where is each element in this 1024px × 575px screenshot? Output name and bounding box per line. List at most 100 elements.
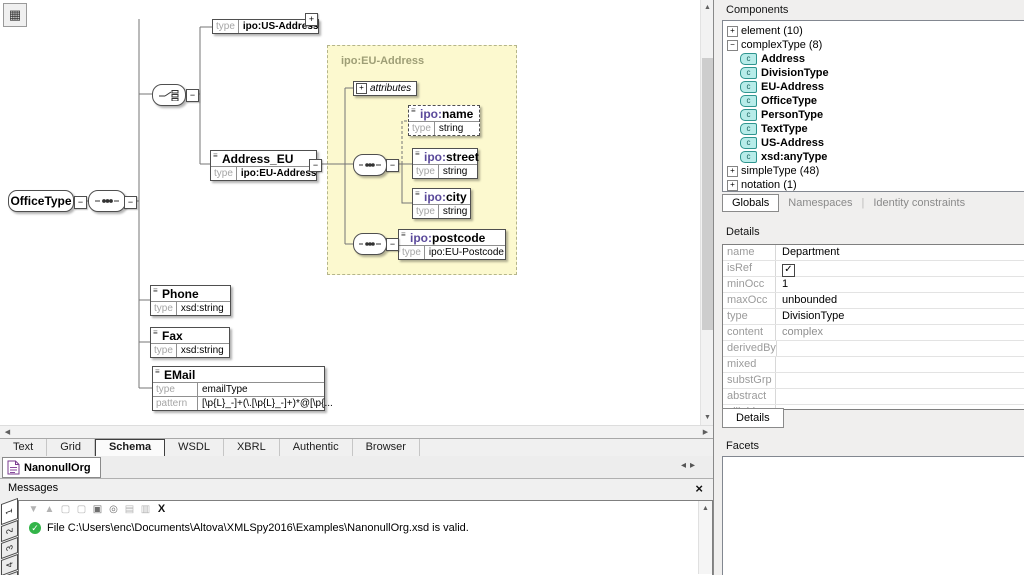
detail-value[interactable] — [776, 357, 782, 372]
schema-display-settings-button[interactable]: ▦ — [3, 3, 27, 27]
tree-item-xsd-anytype[interactable]: c xsd:anyType — [723, 150, 1024, 164]
prev-tab-icon[interactable]: ◂ — [681, 460, 690, 471]
element-fax[interactable]: ≡Fax type xsd:string — [150, 327, 230, 358]
schema-design-canvas[interactable]: ▦ ipo:EU-Address — [0, 0, 700, 425]
tab-scroll-arrows[interactable]: ◂▸ — [681, 460, 699, 471]
sequence-connector[interactable] — [88, 190, 126, 212]
tree-item-simpletype[interactable]: + simpleType (48) — [723, 164, 1024, 178]
attributes-box[interactable]: + attributes — [353, 81, 417, 96]
collapse-icon[interactable]: − — [727, 40, 738, 51]
element-name: Fax — [162, 329, 183, 343]
tab-wsdl[interactable]: WSDL — [165, 439, 224, 457]
element-ipo-street[interactable]: ≡ipo:street type string — [412, 148, 478, 179]
messages-scrollbar[interactable]: ▲ — [698, 501, 712, 574]
tab-identity-constraints[interactable]: Identity constraints — [864, 195, 974, 211]
find-next-icon[interactable]: ▤ — [123, 504, 136, 515]
isref-checkbox[interactable]: ✓ — [782, 264, 795, 277]
facets-panel[interactable] — [722, 456, 1024, 575]
detail-value[interactable]: unbounded — [776, 293, 837, 308]
document-tab-nanonullorg[interactable]: NanonullOrg — [2, 457, 101, 478]
tree-item-officetype[interactable]: c OfficeType — [723, 94, 1024, 108]
pattern-value: [\p{L}_-]+(\.[\p{L}_-]+)*@[\p{... — [198, 397, 337, 410]
tree-item-complextype[interactable]: − complexType (8) — [723, 38, 1024, 52]
clear-icon[interactable]: X — [155, 503, 168, 515]
tree-item-notation[interactable]: + notation (1) — [723, 178, 1024, 192]
next-tab-icon[interactable]: ▸ — [690, 460, 699, 471]
find-icon[interactable]: ◎ — [107, 504, 120, 515]
tab-schema[interactable]: Schema — [95, 439, 165, 457]
detail-value[interactable] — [776, 389, 782, 404]
complextype-icon: c — [740, 53, 757, 65]
canvas-horizontal-scrollbar[interactable]: ◀ ▶ — [0, 425, 713, 439]
collapse-button[interactable]: − — [124, 196, 137, 209]
messages-output[interactable]: ▼ ▲ ▢ ▢ ▣ ◎ ▤ ▥ X ✓ File C:\Users\enc\Do… — [18, 500, 713, 575]
tab-xbrl[interactable]: XBRL — [224, 439, 280, 457]
expand-icon[interactable]: + — [727, 166, 738, 177]
collapse-button[interactable]: − — [74, 196, 87, 209]
scroll-down-icon[interactable]: ▼ — [27, 504, 40, 515]
tab-details[interactable]: Details — [722, 408, 784, 428]
type-label: type — [211, 167, 237, 180]
scrollbar-thumb[interactable] — [702, 58, 713, 330]
detail-value[interactable]: 1 — [776, 277, 788, 292]
type-value: xsd:string — [177, 344, 228, 357]
copy-line-icon[interactable]: ▢ — [59, 504, 72, 515]
element-icon: ≡ — [155, 368, 160, 376]
detail-value[interactable] — [776, 373, 782, 388]
tree-item-address[interactable]: c Address — [723, 52, 1024, 66]
details-row-substgrp: substGrp — [723, 373, 1024, 389]
copy-message-icon[interactable]: ▢ — [75, 504, 88, 515]
components-title: Components — [726, 4, 788, 16]
tree-item-label: element (10) — [741, 25, 803, 37]
complextype-title: ipo:EU-Address — [341, 55, 424, 67]
tree-item-divisiontype[interactable]: c DivisionType — [723, 66, 1024, 80]
detail-value: ✓ — [776, 261, 795, 276]
node-officetype[interactable]: OfficeType — [8, 190, 74, 212]
element-phone[interactable]: ≡Phone type xsd:string — [150, 285, 231, 316]
detail-value[interactable] — [777, 341, 783, 356]
detail-value[interactable]: Department — [776, 245, 839, 260]
element-ipo-name[interactable]: ≡ipo:name type string — [408, 105, 480, 136]
tab-browser[interactable]: Browser — [353, 439, 420, 457]
canvas-vertical-scrollbar[interactable]: ▲ ▼ — [700, 0, 714, 425]
collapse-button[interactable]: − — [386, 159, 399, 172]
choice-connector[interactable] — [152, 84, 186, 106]
expand-button[interactable]: + — [305, 13, 318, 26]
sequence-connector[interactable] — [353, 233, 387, 255]
details-grid[interactable]: name Department isRef ✓ minOcc 1 maxOcc … — [722, 244, 1024, 410]
sequence-connector[interactable] — [353, 154, 387, 176]
details-row-type: type DivisionType — [723, 309, 1024, 325]
close-icon[interactable]: × — [695, 479, 703, 498]
tab-grid[interactable]: Grid — [47, 439, 95, 457]
document-tab-label: NanonullOrg — [24, 462, 91, 474]
scroll-up-icon[interactable]: ▲ — [43, 504, 56, 515]
tab-globals[interactable]: Globals — [722, 194, 779, 212]
validation-message[interactable]: ✓ File C:\Users\enc\Documents\Altova\XML… — [29, 522, 469, 534]
expand-icon[interactable]: + — [727, 180, 738, 191]
find-prev-icon[interactable]: ▥ — [139, 504, 152, 515]
tree-item-us-address[interactable]: c US-Address — [723, 136, 1024, 150]
tree-item-texttype[interactable]: c TextType — [723, 122, 1024, 136]
tab-text[interactable]: Text — [0, 439, 47, 457]
collapse-button[interactable]: − — [186, 89, 199, 102]
collapse-button[interactable]: − — [309, 159, 322, 172]
expand-icon[interactable]: + — [727, 26, 738, 37]
components-tree[interactable]: + element (10) − complexType (8) c Addre… — [722, 20, 1024, 192]
tree-item-element[interactable]: + element (10) — [723, 24, 1024, 38]
tab-namespaces[interactable]: Namespaces — [779, 195, 861, 211]
element-us-address[interactable]: type ipo:US-Address — [212, 19, 319, 34]
detail-value[interactable]: DivisionType — [776, 309, 844, 324]
element-address-eu[interactable]: ≡Address_EU type ipo:EU-Address — [210, 150, 317, 181]
element-ipo-city[interactable]: ≡ipo:city type string — [412, 188, 471, 219]
choice-icon — [158, 89, 180, 101]
tab-authentic[interactable]: Authentic — [280, 439, 353, 457]
document-tab-bar: NanonullOrg ◂▸ — [0, 456, 713, 478]
detail-value[interactable]: complex — [776, 325, 823, 340]
element-ipo-postcode[interactable]: ≡ipo:postcode type ipo:EU-Postcode — [398, 229, 506, 260]
collapse-button[interactable]: − — [386, 238, 399, 251]
element-email[interactable]: ≡EMail type emailType pattern [\p{L}_-]+… — [152, 366, 325, 411]
tree-item-eu-address[interactable]: c EU-Address — [723, 80, 1024, 94]
scroll-up-button[interactable]: ▲ — [699, 501, 712, 516]
copy-all-icon[interactable]: ▣ — [91, 504, 104, 515]
tree-item-persontype[interactable]: c PersonType — [723, 108, 1024, 122]
